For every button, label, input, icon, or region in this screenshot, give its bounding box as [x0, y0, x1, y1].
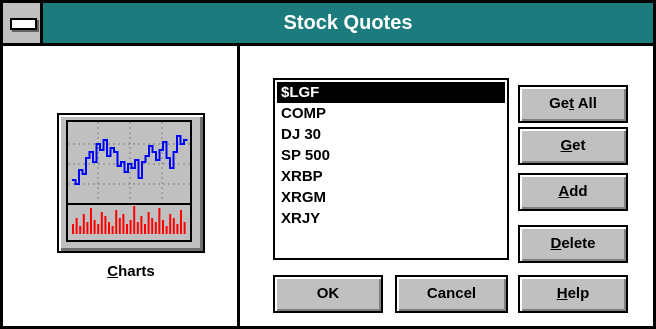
get-button[interactable]: Get	[518, 127, 628, 165]
list-item[interactable]: DJ 30	[277, 124, 505, 145]
list-item[interactable]: COMP	[277, 103, 505, 124]
stock-quotes-window: Stock Quotes Charts $LGF COMP DJ 30 SP 5…	[0, 0, 656, 329]
list-item[interactable]: SP 500	[277, 145, 505, 166]
delete-button[interactable]: Delete	[518, 225, 628, 263]
panel-divider	[237, 46, 240, 326]
list-item[interactable]: XRJY	[277, 208, 505, 229]
system-menu-icon[interactable]	[3, 3, 43, 43]
charts-mnemonic: C	[107, 263, 119, 280]
title-bar[interactable]: Stock Quotes	[3, 3, 653, 46]
help-button[interactable]: Help	[518, 275, 628, 313]
list-item[interactable]: XRGM	[277, 187, 505, 208]
stock-chart-icon[interactable]	[57, 113, 205, 253]
window-title: Stock Quotes	[283, 12, 413, 34]
get-all-button[interactable]: Get All	[518, 85, 628, 123]
charts-label[interactable]: Charts	[57, 263, 205, 280]
add-button[interactable]: Add	[518, 173, 628, 211]
ok-button[interactable]: OK	[273, 275, 383, 313]
cancel-button[interactable]: Cancel	[395, 275, 508, 313]
list-item-selected[interactable]: $LGF	[277, 82, 505, 103]
quotes-listbox[interactable]: $LGF COMP DJ 30 SP 500 XRBP XRGM XRJY	[273, 78, 509, 260]
list-item[interactable]: XRBP	[277, 166, 505, 187]
